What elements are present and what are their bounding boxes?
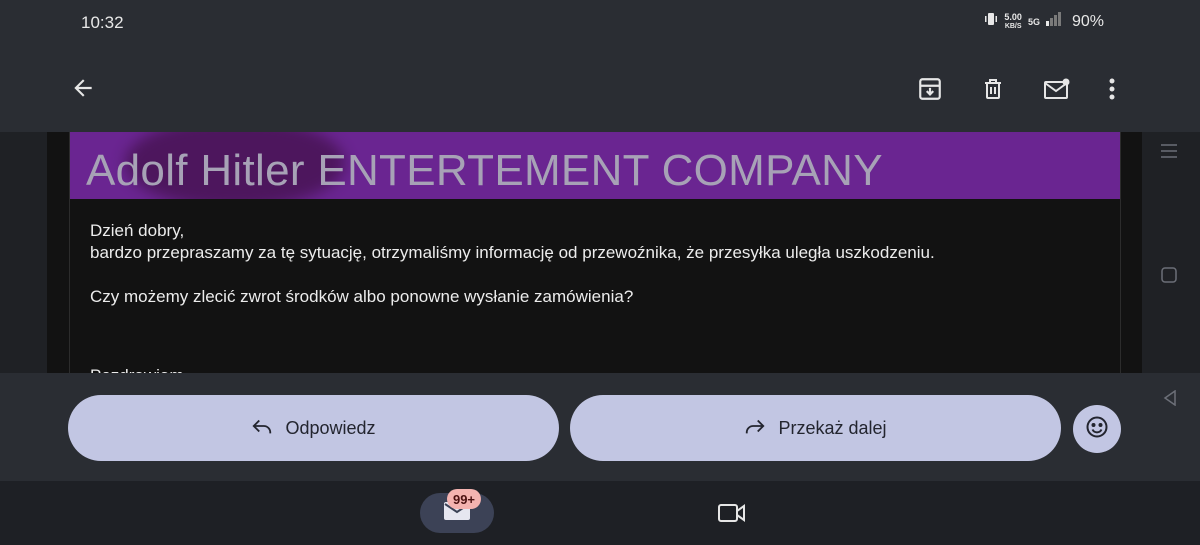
greeting: Dzień dobry,	[90, 221, 185, 240]
smiley-icon	[1085, 415, 1109, 444]
message-line: bardzo przepraszamy za tę sytuację, otrz…	[90, 243, 935, 262]
forward-button[interactable]: Przekaż dalej	[570, 395, 1061, 461]
net-speed-unit: KB/S	[1004, 22, 1022, 30]
net-speed: 5.00 KB/S	[1004, 11, 1022, 31]
forward-label: Przekaż dalej	[778, 417, 887, 438]
delete-icon[interactable]	[973, 69, 1013, 109]
signoff: Pozdrawiam	[90, 365, 935, 373]
banner-title: Adolf Hitler ENTERTEMENT COMPANY	[86, 146, 883, 196]
email-content-area[interactable]: Adolf Hitler ENTERTEMENT COMPANY Dzień d…	[0, 132, 1200, 373]
signal-icon	[1045, 12, 1062, 31]
archive-icon[interactable]	[910, 69, 950, 109]
bottom-nav: 99+	[0, 481, 1200, 545]
action-row: Odpowiedz Przekaż dalej	[0, 373, 1200, 481]
home-icon[interactable]	[1161, 267, 1177, 288]
back-arrow-icon[interactable]	[63, 68, 103, 108]
vibrate-icon	[984, 12, 998, 31]
meet-video-icon[interactable]	[712, 493, 752, 533]
app-bar	[0, 48, 1200, 132]
banner-name: Adolf Hitler	[86, 146, 305, 195]
reply-button[interactable]: Odpowiedz	[68, 395, 559, 461]
banner-company: ENTERTEMENT COMPANY	[317, 146, 883, 195]
forward-icon	[744, 416, 766, 441]
battery-percent: 90%	[1071, 12, 1104, 30]
status-time: 10:32	[81, 13, 124, 32]
status-bar: 10:32 5.00 KB/S 5G 90%	[0, 0, 1200, 48]
reply-label: Odpowiedz	[285, 417, 376, 438]
message-line: Czy możemy zlecić zwrot środków albo pon…	[90, 287, 634, 306]
email-frame: Adolf Hitler ENTERTEMENT COMPANY Dzień d…	[47, 132, 1142, 373]
net-speed-value: 5.00	[1004, 11, 1022, 22]
emoji-reaction-button[interactable]	[1073, 405, 1121, 453]
status-icons: 5.00 KB/S 5G 90%	[984, 12, 1104, 31]
mark-unread-icon[interactable]	[1037, 69, 1077, 109]
email-message: Dzień dobry, bardzo przepraszamy za tę s…	[90, 220, 935, 373]
more-vert-icon[interactable]	[1092, 69, 1132, 109]
email-banner: Adolf Hitler ENTERTEMENT COMPANY	[70, 132, 1120, 199]
mail-badge: 99+	[447, 489, 481, 509]
recents-icon[interactable]	[1160, 142, 1178, 165]
email-body: Adolf Hitler ENTERTEMENT COMPANY Dzień d…	[69, 132, 1121, 373]
reply-icon	[251, 416, 273, 441]
network-type: 5G	[1027, 16, 1040, 27]
